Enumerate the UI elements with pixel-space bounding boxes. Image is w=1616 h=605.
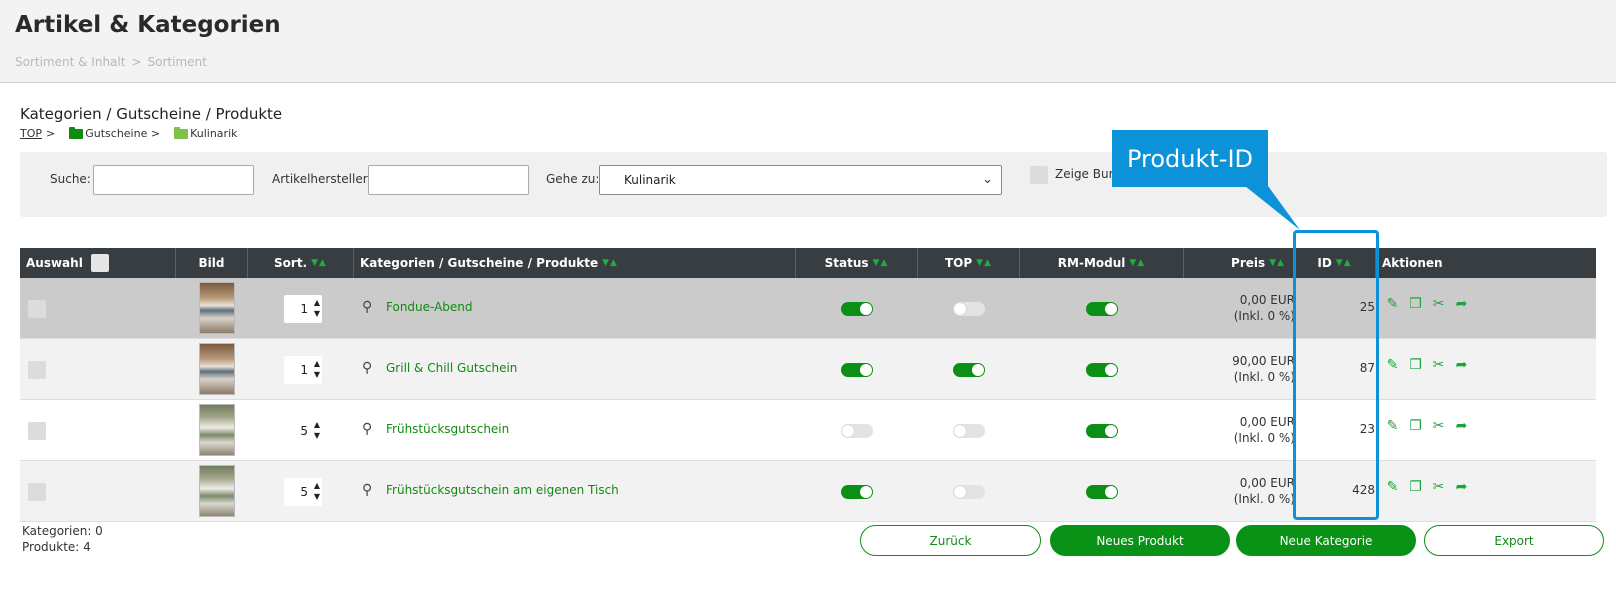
callout-pointer — [1245, 186, 1300, 230]
product-id-callout: Produkt-ID — [1112, 130, 1268, 187]
